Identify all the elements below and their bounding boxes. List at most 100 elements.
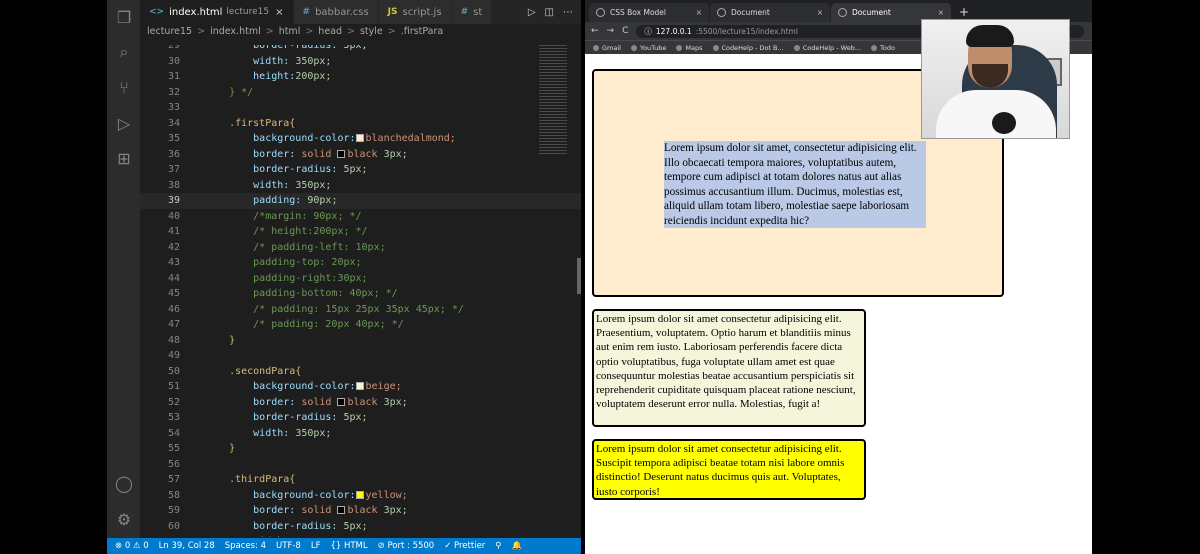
status-item[interactable]: ✓ Prettier xyxy=(444,541,485,551)
code-line[interactable]: 32 } */ xyxy=(140,85,581,101)
code-token: black xyxy=(347,396,384,408)
breadcrumb-item[interactable]: .firstPara xyxy=(401,26,443,42)
code-line[interactable]: 49 xyxy=(140,348,581,364)
code-line[interactable]: 56 xyxy=(140,457,581,473)
minimap[interactable] xyxy=(539,45,567,155)
breadcrumb-item[interactable]: html xyxy=(279,26,301,42)
code-line[interactable]: 31 height:200px; xyxy=(140,69,581,85)
breadcrumb-item[interactable]: head xyxy=(318,26,342,42)
code-line[interactable]: 52 border: solid black 3px; xyxy=(140,395,581,411)
breadcrumb-item[interactable]: style xyxy=(360,26,383,42)
back-icon[interactable]: ← xyxy=(591,26,599,36)
close-icon[interactable]: × xyxy=(938,8,944,17)
color-swatch-icon[interactable] xyxy=(355,490,364,499)
code-line[interactable]: 37 border-radius: 5px; xyxy=(140,162,581,178)
code-token: 350px; xyxy=(295,427,332,439)
code-line[interactable]: 53 border-radius: 5px; xyxy=(140,410,581,426)
code-line[interactable]: 35 background-color: blanchedalmond; xyxy=(140,131,581,147)
info-icon[interactable]: ⓘ xyxy=(644,26,652,37)
explorer-icon[interactable]: ❐ xyxy=(114,8,134,28)
more-icon[interactable]: ⋯ xyxy=(563,7,573,18)
status-item[interactable]: ⊘ Port : 5500 xyxy=(378,541,435,551)
account-icon[interactable]: ◯ xyxy=(114,474,134,494)
code-line[interactable]: 42 /* padding-left: 10px; xyxy=(140,240,581,256)
tab-index-html[interactable]: <> index.html lecture15 × xyxy=(140,0,294,24)
status-item[interactable]: UTF-8 xyxy=(276,541,301,551)
code-line[interactable]: 29 border-radius: 5px; xyxy=(140,45,581,54)
bookmark-codehelp-dot[interactable]: CodeHelp - Dot B... xyxy=(713,44,784,52)
code-line[interactable]: 47 /* padding: 20px 40px; */ xyxy=(140,317,581,333)
reload-icon[interactable]: C xyxy=(622,26,628,36)
breadcrumb-separator: > xyxy=(387,26,396,37)
split-editor-icon[interactable]: ◫ xyxy=(545,7,554,18)
code-line[interactable]: 41 /* height:200px; */ xyxy=(140,224,581,240)
code-token: /* padding: 15px 25px 35px 45px; */ xyxy=(205,303,464,315)
run-icon[interactable]: ▷ xyxy=(528,7,536,18)
run-debug-icon[interactable]: ▷ xyxy=(114,114,134,134)
code-line[interactable]: 38 width: 350px; xyxy=(140,178,581,194)
code-line[interactable]: 44 padding-right:30px; xyxy=(140,271,581,287)
css-file-icon: # xyxy=(302,7,311,17)
code-line[interactable]: 43 padding-top: 20px; xyxy=(140,255,581,271)
status-item[interactable]: ⊗ 0 ⚠ 0 xyxy=(115,541,149,551)
source-control-icon[interactable]: ⑂ xyxy=(114,78,134,98)
code-text: padding-top: 20px; xyxy=(205,255,361,271)
close-icon[interactable]: × xyxy=(696,8,702,17)
status-item[interactable]: 🔔 xyxy=(512,541,523,551)
color-swatch-icon[interactable] xyxy=(337,506,346,514)
bookmark-todo[interactable]: Todo xyxy=(871,44,895,52)
browser-tab-document[interactable]: Document × xyxy=(710,3,830,22)
close-icon[interactable]: × xyxy=(275,7,283,18)
color-swatch-icon[interactable] xyxy=(355,382,364,390)
code-line[interactable]: 48 } xyxy=(140,333,581,349)
code-token: padding-bottom: 40px; */ xyxy=(205,288,398,299)
status-item[interactable]: {} HTML xyxy=(330,541,367,551)
breadcrumb-item[interactable]: index.html xyxy=(210,26,261,42)
settings-gear-icon[interactable]: ⚙ xyxy=(114,510,134,530)
code-line[interactable]: 54 width: 350px; xyxy=(140,426,581,442)
tab-script-js[interactable]: JS script.js xyxy=(378,0,452,24)
code-token: .firstPara{ xyxy=(205,117,296,129)
code-line[interactable]: 59 border: solid black 3px; xyxy=(140,503,581,519)
browser-tab-css-box-model[interactable]: CSS Box Model × xyxy=(589,3,709,22)
color-swatch-icon[interactable] xyxy=(337,149,346,158)
status-item[interactable]: LF xyxy=(311,541,321,551)
status-item[interactable]: Ln 39, Col 28 xyxy=(159,541,215,551)
code-text: height:200px; xyxy=(205,69,331,85)
bookmark-codehelp-web[interactable]: CodeHelp - Web... xyxy=(794,44,861,52)
tab-style-css[interactable]: # st xyxy=(451,0,493,24)
code-line[interactable]: 60 border-radius: 5px; xyxy=(140,519,581,535)
code-line[interactable]: 45 padding-bottom: 40px; */ xyxy=(140,286,581,302)
code-line[interactable]: 50 .secondPara{ xyxy=(140,364,581,380)
forward-icon[interactable]: → xyxy=(607,26,615,36)
js-file-icon: JS xyxy=(387,7,398,17)
color-swatch-icon[interactable] xyxy=(337,397,346,406)
code-editor[interactable]: 29 border-radius: 5px; 30 width: 350px; 31… xyxy=(140,45,581,537)
editor-scrollbar[interactable] xyxy=(577,258,581,294)
code-line[interactable]: 34 .firstPara{ xyxy=(140,116,581,132)
extensions-icon[interactable]: ⊞ xyxy=(114,149,134,169)
code-line[interactable]: 55 } xyxy=(140,441,581,457)
search-icon[interactable]: ⌕ xyxy=(114,42,134,62)
status-item[interactable]: ⚲ xyxy=(495,541,501,551)
color-swatch-icon[interactable] xyxy=(355,134,364,142)
close-icon[interactable]: × xyxy=(817,8,823,17)
code-line[interactable]: 30 width: 350px; xyxy=(140,54,581,70)
code-token: black xyxy=(347,505,384,516)
code-line[interactable]: 51 background-color: beige; xyxy=(140,379,581,395)
code-line[interactable]: 46 /* padding: 15px 25px 35px 45px; */ xyxy=(140,302,581,318)
code-line[interactable]: 58 background-color: yellow; xyxy=(140,488,581,504)
code-line[interactable]: 40 /*margin: 90px; */ xyxy=(140,209,581,225)
bookmark-youtube[interactable]: YouTube xyxy=(631,44,666,52)
tab-babbar-css[interactable]: # babbar.css xyxy=(293,0,379,24)
code-line[interactable]: 61 width: 350px; xyxy=(140,534,581,537)
breadcrumb-item[interactable]: lecture15 xyxy=(147,26,192,42)
status-item[interactable]: Spaces: 4 xyxy=(225,541,266,551)
code-line[interactable]: 39 padding: 90px; xyxy=(140,193,581,209)
code-line[interactable]: 36 border: solid black 3px; xyxy=(140,147,581,163)
bookmark-maps[interactable]: Maps xyxy=(676,44,702,52)
code-line[interactable]: 33 xyxy=(140,100,581,116)
bookmark-gmail[interactable]: Gmail xyxy=(593,44,621,52)
code-token: solid xyxy=(301,505,338,516)
code-line[interactable]: 57 .thirdPara{ xyxy=(140,472,581,488)
